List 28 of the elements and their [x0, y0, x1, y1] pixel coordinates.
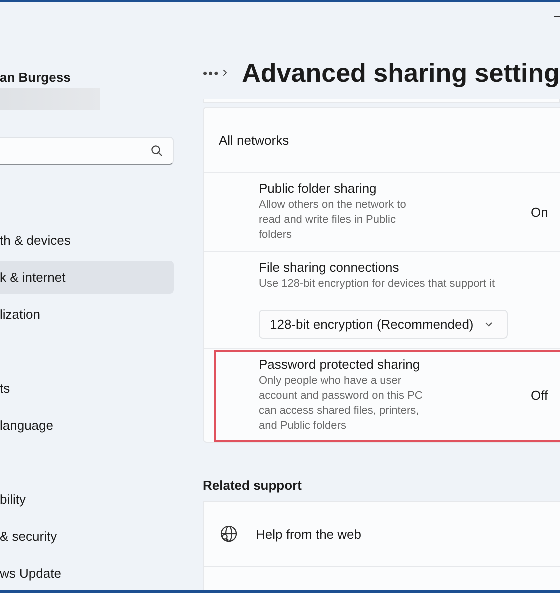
nav-item[interactable]: th & devices	[0, 224, 174, 257]
nav-item[interactable]: bility	[0, 483, 174, 516]
nav-item[interactable]: k & internet	[0, 261, 174, 294]
setting-title: File sharing connections	[259, 260, 400, 275]
section-title: All networks	[218, 132, 290, 150]
setting-description: Allow others on the network to read and write files in Public folders	[259, 198, 408, 243]
setting-title: Public folder sharing	[259, 181, 378, 196]
nav-item[interactable]: lization	[0, 298, 174, 331]
nav-item[interactable]: ts	[0, 372, 174, 405]
chevron-down-icon	[485, 322, 493, 327]
search-field[interactable]	[0, 137, 174, 165]
search-icon	[151, 145, 163, 157]
setting-value: On	[531, 204, 550, 220]
globe-icon	[220, 525, 238, 543]
nav-item[interactable]: language	[0, 409, 174, 442]
page-title: Advanced sharing setting	[242, 58, 560, 88]
user-name: an Burgess	[0, 70, 72, 87]
chevron-right-icon	[222, 68, 228, 78]
support-link[interactable]: Help from the web	[204, 502, 560, 566]
section-heading: Related support	[203, 478, 303, 493]
setting-value: Off	[531, 388, 550, 403]
nav-item[interactable]: ws Update	[0, 557, 174, 590]
encryption-dropdown[interactable]: 128-bit encryption (Recommended)	[259, 310, 508, 339]
more-breadcrumb[interactable]: •••	[203, 66, 223, 80]
nav-item[interactable]: & security	[0, 520, 174, 553]
setting-title: Password protected sharing	[259, 357, 422, 372]
setting-description: Only people who have a user account and password on this PC can access shared files, printers, and Public folders	[259, 374, 424, 434]
setting-description: Use 128-bit encryption for devices that support it	[259, 277, 496, 292]
